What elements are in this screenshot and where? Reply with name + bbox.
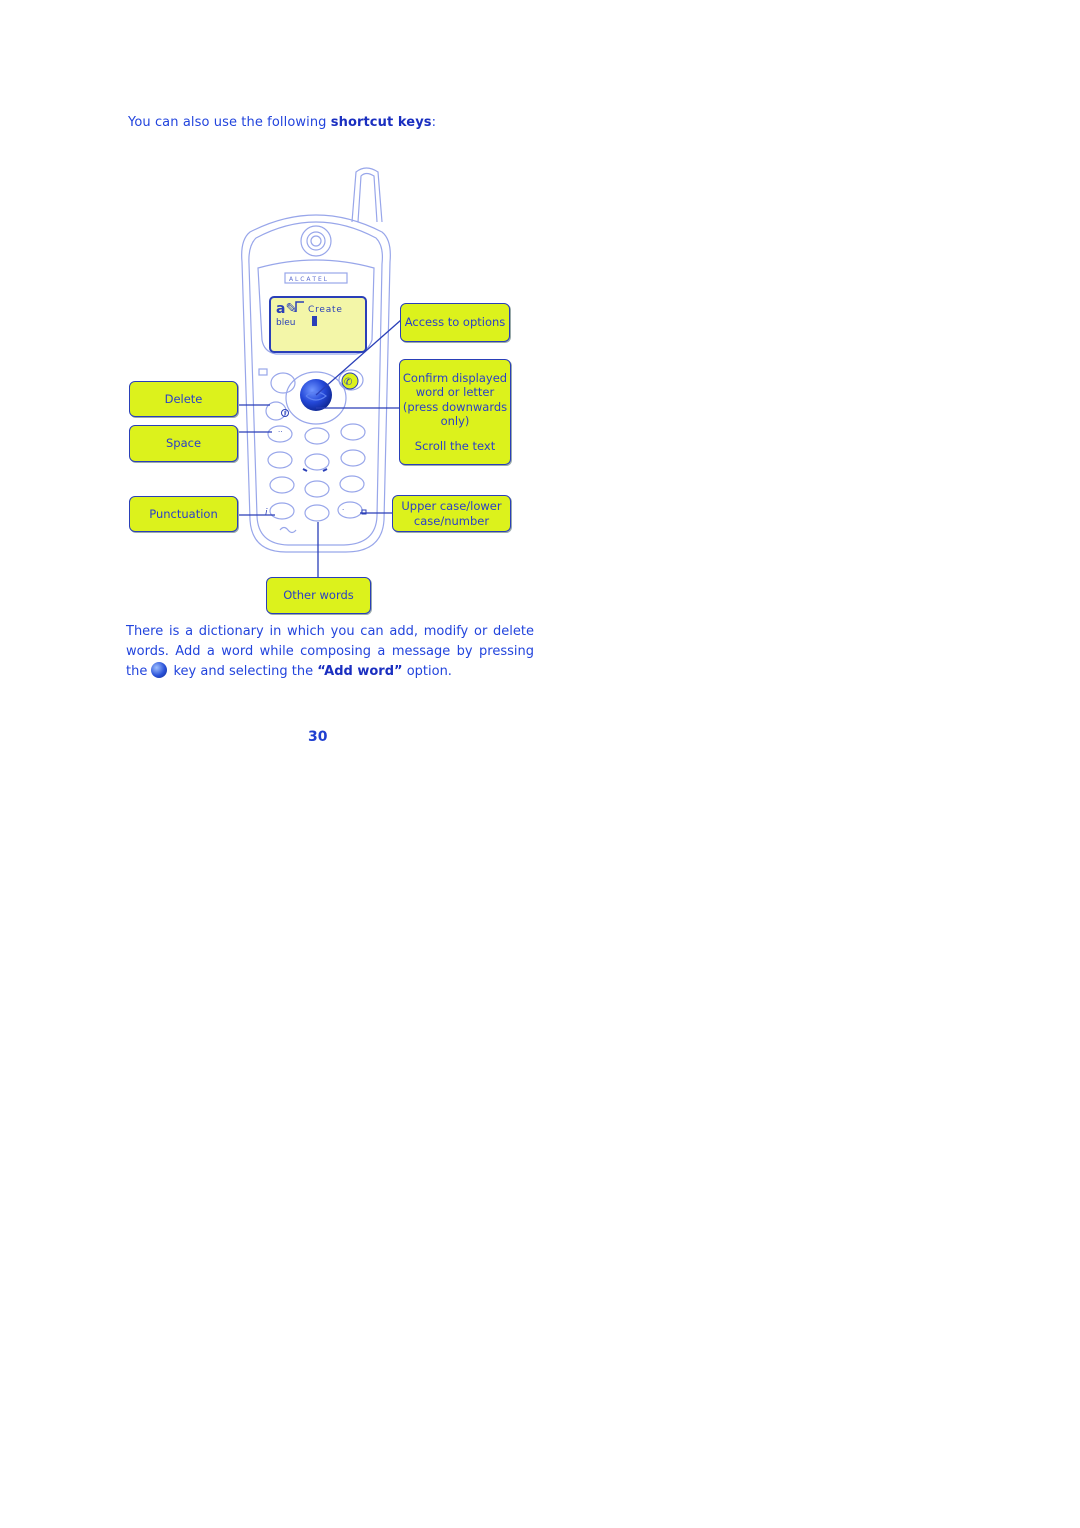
brand-logo: A L C A T E L: [289, 276, 328, 283]
screen-title: Create: [308, 305, 343, 315]
callout-access-options: Access to options: [400, 303, 510, 342]
svg-text:··: ··: [278, 428, 282, 436]
navigation-key-icon: [151, 662, 168, 678]
callout-case: Upper case/lower case/number: [392, 495, 511, 532]
other-words-key: [304, 504, 330, 522]
earpiece-icon: [300, 225, 332, 257]
callout-space: Space: [129, 425, 238, 462]
svg-text:i: i: [265, 508, 268, 518]
antenna: [351, 167, 383, 223]
punctuation-key: [269, 502, 295, 520]
dictionary-paragraph: There is a dictionary in which you can a…: [126, 624, 534, 679]
svg-text:✆: ✆: [344, 377, 352, 388]
svg-text:a✎: a✎: [276, 301, 297, 317]
callout-confirm-scroll: Confirm displayed word or letter (press …: [399, 359, 511, 465]
callout-delete: Delete: [129, 381, 238, 417]
add-word-bold: “Add word”: [317, 664, 403, 679]
svg-text:·: ·: [342, 506, 344, 514]
cursor: [312, 316, 317, 326]
callout-punctuation: Punctuation: [129, 496, 238, 532]
screen-word: bleu: [276, 318, 295, 328]
page-number: 30: [308, 729, 328, 745]
callout-other-words: Other words: [266, 577, 371, 614]
